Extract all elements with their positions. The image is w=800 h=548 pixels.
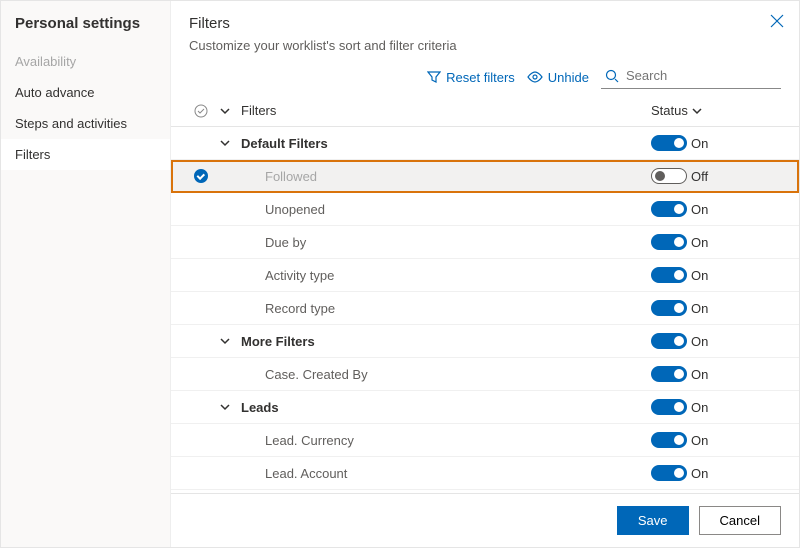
close-icon[interactable] [769,13,785,32]
expand-toggle[interactable] [213,138,237,148]
filter-label: Record type [237,301,651,316]
status-toggle[interactable] [651,399,687,415]
filter-label: Default Filters [237,136,651,151]
filter-label: Leads [237,400,651,415]
unhide-button[interactable]: Unhide [527,70,589,85]
status-label: On [691,301,708,316]
column-header-status[interactable]: Status [651,103,781,118]
status-label: On [691,136,708,151]
filter-rows: Default FiltersOnFollowedOffUnopenedOnDu… [171,127,799,493]
status-toggle[interactable] [651,267,687,283]
filter-item-lead-account[interactable]: Lead. Account On [171,457,799,490]
status-label: On [691,235,708,250]
filter-item-case-created-by[interactable]: Case. Created By On [171,358,799,391]
page-subtitle: Customize your worklist's sort and filte… [189,38,781,53]
row-checkbox[interactable] [189,169,213,183]
status-label: On [691,466,708,481]
search-input[interactable] [624,67,764,84]
filter-label: Due by [237,235,651,250]
filter-item-activity-type[interactable]: Activity type On [171,259,799,292]
main-panel: Filters Customize your worklist's sort a… [171,1,799,547]
sidebar-nav: AvailabilityAuto advanceSteps and activi… [1,46,170,170]
status-toggle[interactable] [651,168,687,184]
unhide-label: Unhide [548,70,589,85]
filter-group-leads[interactable]: Leads On [171,391,799,424]
filter-label: Case. Created By [237,367,651,382]
search-box[interactable] [601,65,781,89]
status-toggle[interactable] [651,366,687,382]
status-toggle[interactable] [651,465,687,481]
filter-label: Followed [237,169,651,184]
sidebar-title: Personal settings [1,15,170,46]
sidebar-item-availability: Availability [1,46,170,77]
filter-item-record-type[interactable]: Record type On [171,292,799,325]
status-toggle[interactable] [651,201,687,217]
select-all-checkbox[interactable] [189,104,213,118]
filter-label: Unopened [237,202,651,217]
status-toggle[interactable] [651,135,687,151]
filter-item-followed[interactable]: Followed Off [171,160,799,193]
filter-group-more-filters[interactable]: More Filters On [171,325,799,358]
reset-filters-label: Reset filters [446,70,515,85]
status-label: On [691,400,708,415]
sidebar-item-steps-and-activities[interactable]: Steps and activities [1,108,170,139]
filter-item-due-by[interactable]: Due by On [171,226,799,259]
filter-icon [427,70,441,84]
filter-label: Lead. Account [237,466,651,481]
chevron-down-icon [692,106,702,116]
expand-toggle[interactable] [213,336,237,346]
sidebar-item-filters[interactable]: Filters [1,139,170,170]
status-toggle[interactable] [651,432,687,448]
column-header-filters[interactable]: Filters [237,103,651,118]
filter-label: More Filters [237,334,651,349]
search-icon [605,69,619,83]
status-label: Off [691,169,708,184]
sidebar-item-auto-advance[interactable]: Auto advance [1,77,170,108]
filter-item-unopened[interactable]: Unopened On [171,193,799,226]
status-label: On [691,268,708,283]
status-label: On [691,202,708,217]
status-toggle[interactable] [651,234,687,250]
filter-label: Activity type [237,268,651,283]
status-toggle[interactable] [651,300,687,316]
status-toggle[interactable] [651,333,687,349]
table-header: Filters Status [171,95,799,127]
sidebar: Personal settings AvailabilityAuto advan… [1,1,171,547]
expand-toggle[interactable] [213,402,237,412]
status-label: On [691,334,708,349]
cancel-button[interactable]: Cancel [699,506,781,535]
reset-filters-button[interactable]: Reset filters [427,70,515,85]
status-label: On [691,367,708,382]
save-button[interactable]: Save [617,506,689,535]
expand-all-toggle[interactable] [213,106,237,116]
eye-icon [527,71,543,83]
filter-label: Lead. Currency [237,433,651,448]
page-title: Filters [189,15,781,32]
status-label: On [691,433,708,448]
filter-group-default-filters[interactable]: Default Filters On [171,127,799,160]
filter-item-lead-currency[interactable]: Lead. Currency On [171,424,799,457]
